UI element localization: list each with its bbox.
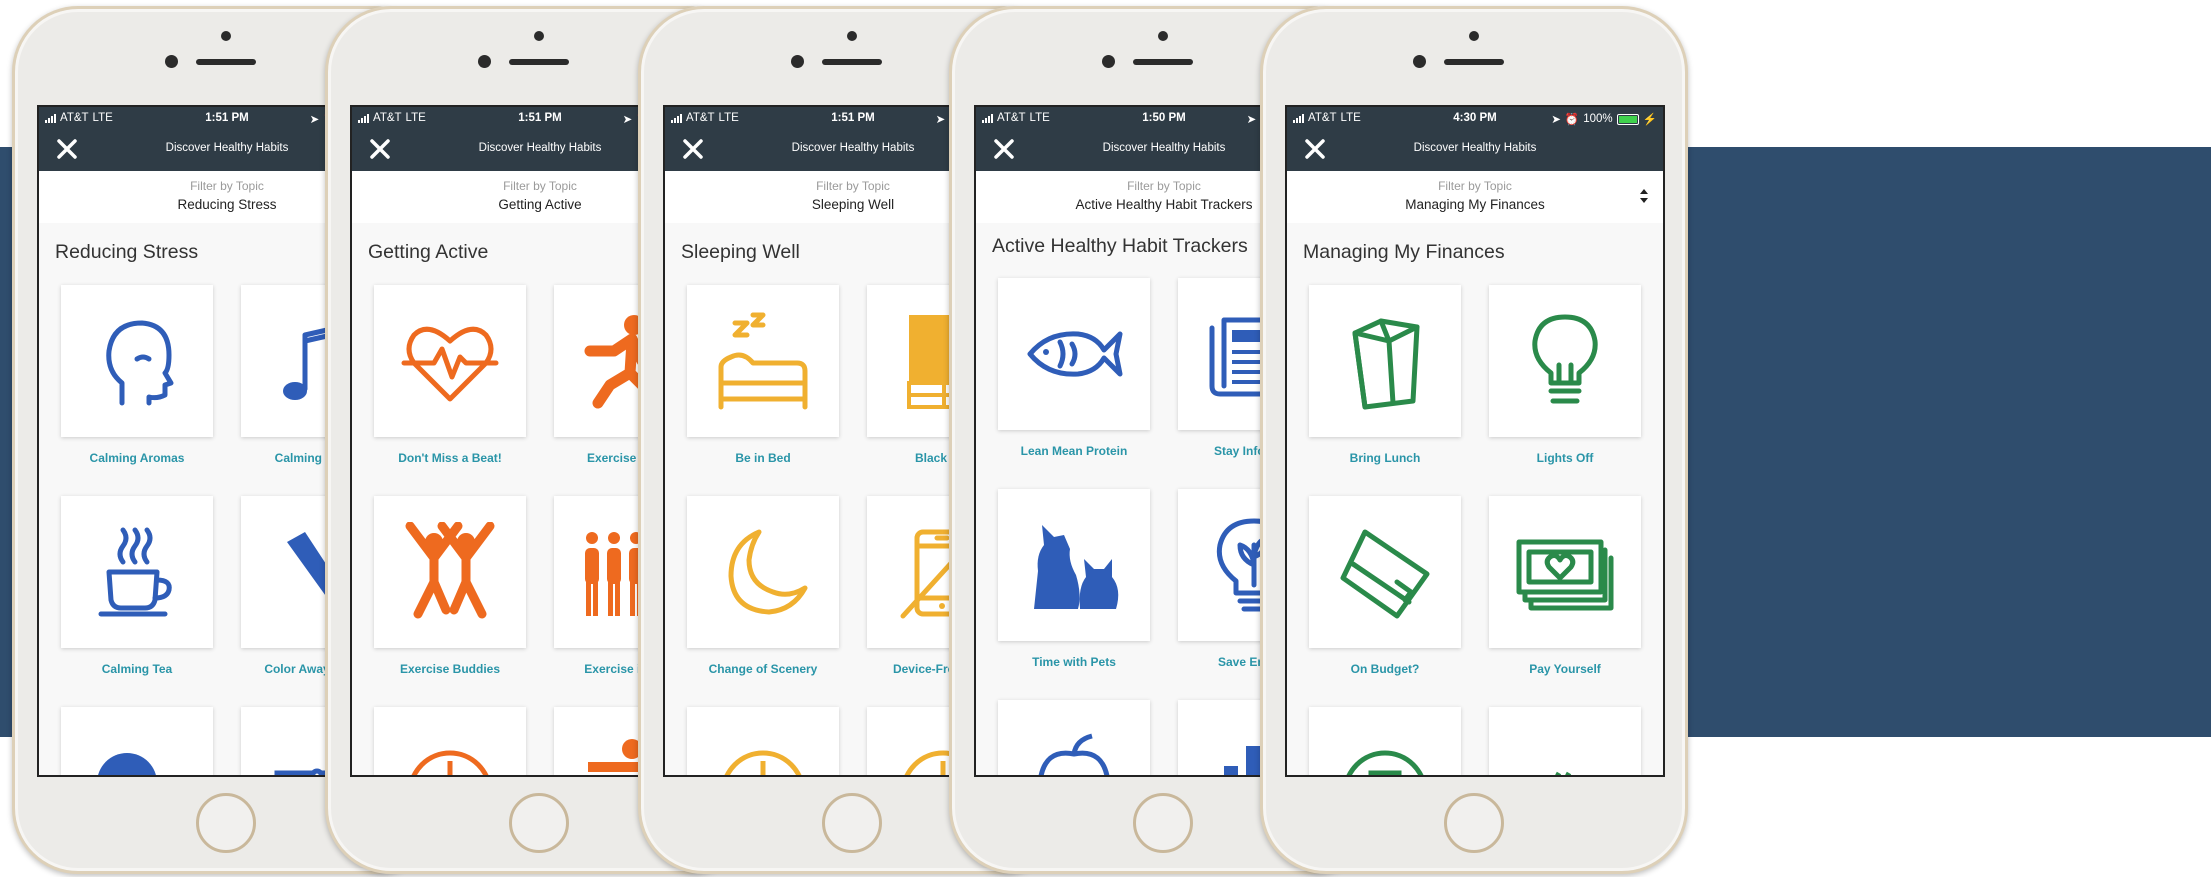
home-button[interactable] — [1133, 793, 1193, 853]
money-stack-icon — [1516, 539, 1614, 611]
alarm-icon: ⏰ — [1564, 114, 1580, 126]
home-button[interactable] — [196, 793, 256, 853]
habit-card[interactable] — [61, 285, 213, 437]
sensor-dot — [1158, 31, 1168, 41]
habit-card[interactable] — [687, 496, 839, 648]
habit-label[interactable]: Don't Miss a Beat! — [355, 451, 545, 465]
status-bar: AT&T LTE 4:30 PM ➤ ⏰ 100% ⚡ — [1287, 111, 1663, 127]
location-icon: ➤ — [935, 114, 946, 126]
fish-icon — [1027, 331, 1123, 377]
app-header: AT&T LTE 4:30 PM ➤ ⏰ 100% ⚡ Discover Healthy H… — [1287, 107, 1663, 171]
earpiece-speaker — [822, 59, 882, 65]
dog-cat-icon — [1034, 525, 1119, 609]
earpiece-speaker — [509, 59, 569, 65]
home-button[interactable] — [1444, 793, 1504, 853]
front-camera — [1102, 55, 1115, 68]
select-arrows-icon[interactable] — [1639, 187, 1649, 205]
habit-card[interactable] — [374, 496, 526, 648]
habit-label[interactable]: Lights Off — [1470, 451, 1660, 465]
section-title: Reducing Stress — [55, 241, 199, 263]
battery-percent: 100% — [1583, 113, 1613, 125]
phone-gallery: AT&T LTE1:51 PM➤⏰96%⚡Discover Healthy Ha… — [0, 0, 2211, 877]
earpiece-speaker — [1444, 59, 1504, 65]
habit-label[interactable]: Calming Tea — [42, 662, 232, 676]
habit-card[interactable] — [1489, 496, 1641, 648]
head-profile-icon — [106, 320, 174, 406]
habit-label[interactable]: Calming Aromas — [42, 451, 232, 465]
lunch-bag-icon — [1352, 318, 1420, 410]
tea-cup-icon — [98, 527, 172, 617]
charging-icon: ⚡ — [1642, 114, 1657, 126]
habit-card[interactable] — [61, 496, 213, 648]
habit-card[interactable] — [374, 285, 526, 437]
partial-habit-icon — [98, 753, 156, 775]
home-button[interactable] — [822, 793, 882, 853]
front-camera — [791, 55, 804, 68]
habit-card[interactable] — [687, 285, 839, 437]
earpiece-speaker — [196, 59, 256, 65]
jumping-buddies-icon — [405, 522, 495, 619]
filter-label: Filter by Topic — [1438, 179, 1512, 193]
section-title: Managing My Finances — [1303, 241, 1505, 263]
habit-card[interactable] — [998, 278, 1150, 430]
habit-label[interactable]: Bring Lunch — [1290, 451, 1480, 465]
filter-value[interactable]: Managing My Finances — [1287, 197, 1663, 212]
screen-title: Discover Healthy Habits — [1413, 142, 1537, 154]
location-icon: ➤ — [1246, 114, 1257, 126]
section-title: Active Healthy Habit Trackers — [992, 235, 1248, 257]
section-title: Sleeping Well — [681, 241, 800, 263]
section-title: Getting Active — [368, 241, 489, 263]
habit-label[interactable]: Time with Pets — [979, 655, 1169, 669]
location-icon: ➤ — [622, 114, 633, 126]
habit-label[interactable]: Pay Yourself — [1470, 662, 1660, 676]
earpiece-speaker — [1133, 59, 1193, 65]
heartbeat-icon — [401, 326, 499, 402]
habit-label[interactable]: Change of Scenery — [668, 662, 858, 676]
partial-habit-icon — [1038, 733, 1110, 775]
partial-habit-icon — [1555, 771, 1572, 775]
habit-card-partial[interactable] — [61, 707, 213, 775]
habit-card-partial[interactable] — [1309, 707, 1461, 775]
front-camera — [165, 55, 178, 68]
habit-label[interactable]: Exercise Buddies — [355, 662, 545, 676]
topic-filter-select[interactable]: Filter by Topic Managing My Finances — [1287, 171, 1663, 224]
phone-frame: AT&T LTE 4:30 PM ➤ ⏰ 100% ⚡ Discover Healthy H… — [1260, 6, 1688, 874]
location-icon: ➤ — [1551, 114, 1561, 126]
light-bulb-icon — [1532, 314, 1598, 404]
habit-card-partial[interactable] — [687, 707, 839, 775]
habit-card[interactable] — [1309, 285, 1461, 437]
habit-label[interactable]: On Budget? — [1290, 662, 1480, 676]
habit-card[interactable] — [998, 489, 1150, 641]
habit-card-partial[interactable] — [998, 700, 1150, 775]
bed-icon — [718, 312, 808, 410]
habit-card[interactable] — [1309, 496, 1461, 648]
habit-label[interactable]: Be in Bed — [668, 451, 858, 465]
front-camera — [1413, 55, 1426, 68]
habit-card-partial[interactable] — [1489, 707, 1641, 775]
partial-habit-icon — [724, 750, 802, 775]
battery-icon — [1616, 113, 1639, 125]
sensor-dot — [847, 31, 857, 41]
habit-label[interactable]: Lean Mean Protein — [979, 444, 1169, 458]
sensor-dot — [1469, 31, 1479, 41]
location-icon: ➤ — [309, 114, 320, 126]
phone-screen: AT&T LTE 4:30 PM ➤ ⏰ 100% ⚡ Discover Healthy H… — [1285, 105, 1665, 777]
partial-habit-icon — [1346, 750, 1424, 775]
home-button[interactable] — [509, 793, 569, 853]
sensor-dot — [221, 31, 231, 41]
habit-card-partial[interactable] — [374, 707, 526, 775]
front-camera — [478, 55, 491, 68]
crescent-moon-icon — [728, 529, 808, 615]
habit-grid: Managing My Finances Bring Lunch Lights Of… — [1287, 223, 1663, 775]
partial-habit-icon — [411, 750, 489, 775]
habit-card[interactable] — [1489, 285, 1641, 437]
wallet-icon — [1340, 529, 1430, 619]
sensor-dot — [534, 31, 544, 41]
